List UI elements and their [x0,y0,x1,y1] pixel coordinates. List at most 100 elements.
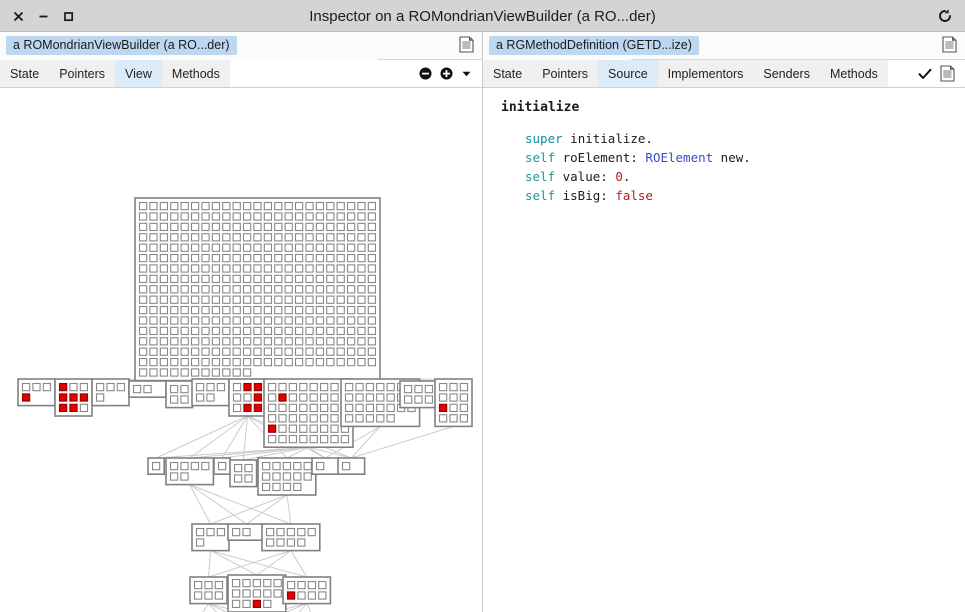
diagram-cell [305,264,314,273]
left-document-icon[interactable] [459,36,474,58]
diagram-cell [232,253,241,263]
diagram-cell [201,347,210,356]
diagram-cell [138,357,148,367]
diagram-cell [386,393,395,402]
visualization-canvas[interactable] [0,88,482,612]
tab-pointers[interactable]: Pointers [49,60,116,87]
diagram-cell [170,285,179,294]
diagram-cell [326,243,335,252]
diagram-cell [299,403,308,413]
diagram-node[interactable] [229,459,258,488]
diagram-node[interactable] [257,457,317,496]
diagram-cell [222,222,231,232]
right-pane-title-chip[interactable]: a RGMethodDefinition (GETD...ize) [489,36,699,55]
right-document-icon[interactable] [942,36,957,58]
diagram-node[interactable] [165,380,194,409]
minimize-icon[interactable] [35,8,51,24]
diagram-cell [149,222,158,232]
diagram-node[interactable] [91,378,130,407]
maximize-icon[interactable] [60,8,76,24]
diagram-cell [274,347,283,356]
diagram-cell [307,580,317,590]
diagram-cell [365,393,375,402]
tab-methods[interactable]: Methods [161,60,230,87]
tab-source[interactable]: Source [598,60,658,87]
diagram-cell [263,243,273,252]
diagram-cell [242,368,252,377]
tab-implementors[interactable]: Implementors [657,60,754,87]
diagram-cell [216,382,226,392]
diagram-cell [297,538,306,547]
diagram-node[interactable] [134,197,381,382]
diagram-node[interactable] [227,523,266,542]
zoom-out-icon[interactable] [419,67,432,80]
diagram-cell [21,393,31,402]
diagram-cell [243,403,252,413]
diagram-node[interactable] [17,378,56,407]
diagram-cell [367,316,377,325]
diagram-cell [267,393,277,402]
diagram-cell [263,264,273,273]
diagram-cell [336,233,345,242]
diagram-cell [330,393,339,402]
diagram-cell [79,403,89,413]
left-pane-title-chip[interactable]: a ROMondrianViewBuilder (a RO...der) [6,36,237,55]
diagram-cell [222,305,231,315]
diagram-cell [286,580,296,590]
diagram-cell [149,316,158,325]
diagram-node[interactable] [191,378,230,407]
diagram-cell [305,243,314,252]
diagram-cell [336,212,345,221]
diagram-cell [288,403,298,413]
diagram-cell [346,253,356,263]
accept-check-icon[interactable] [918,68,932,80]
diagram-node[interactable] [54,378,93,417]
diagram-cell [326,347,335,356]
tab-state[interactable]: State [0,60,50,87]
diagram-cell [326,305,335,315]
diagram-node[interactable] [261,523,321,552]
diagram-cell [170,201,179,211]
diagram-cell [190,243,200,252]
diagram-node[interactable] [128,380,167,399]
diagram-node[interactable] [399,380,438,409]
diagram-cell [206,527,215,537]
diagram-node[interactable] [191,523,230,552]
diagram-node[interactable] [311,457,340,476]
diagram-cell [459,382,469,392]
tab-pointers[interactable]: Pointers [532,60,599,87]
diagram-cell [365,382,375,392]
right-toolbar-document-icon[interactable] [940,65,955,82]
diagram-cell [274,212,283,221]
diagram-cell [253,393,263,402]
diagram-node[interactable] [337,457,366,476]
diagram-node[interactable] [147,457,166,476]
tab-senders[interactable]: Senders [753,60,820,87]
refresh-icon[interactable] [937,0,953,32]
close-icon[interactable] [10,8,26,24]
diagram-cell [326,222,335,232]
diagram-cell [190,233,200,242]
zoom-in-icon[interactable] [440,67,453,80]
tab-view[interactable]: View [115,60,162,87]
diagram-cell [201,274,210,284]
diagram-cell [32,382,41,392]
diagram-node[interactable] [263,378,354,448]
tab-methods[interactable]: Methods [819,60,888,87]
diagram-node[interactable] [227,574,287,612]
left-tab-tools [413,60,482,87]
tab-state[interactable]: State [483,60,533,87]
diagram-node[interactable] [165,457,215,486]
diagram-node[interactable] [189,576,228,605]
code-token: false [615,188,653,203]
diagram-cell [326,201,335,211]
diagram-node[interactable] [213,457,232,476]
diagram-cell [211,295,221,304]
diagram-node[interactable] [434,378,473,428]
diagram-node[interactable] [282,576,332,605]
diagram-cell [367,326,377,336]
diagram-cell [267,424,277,433]
source-code-area[interactable]: initialize super initialize. self roEleme… [483,88,965,612]
dropdown-chevron-icon[interactable] [461,68,472,79]
diagram-node[interactable] [228,378,267,417]
